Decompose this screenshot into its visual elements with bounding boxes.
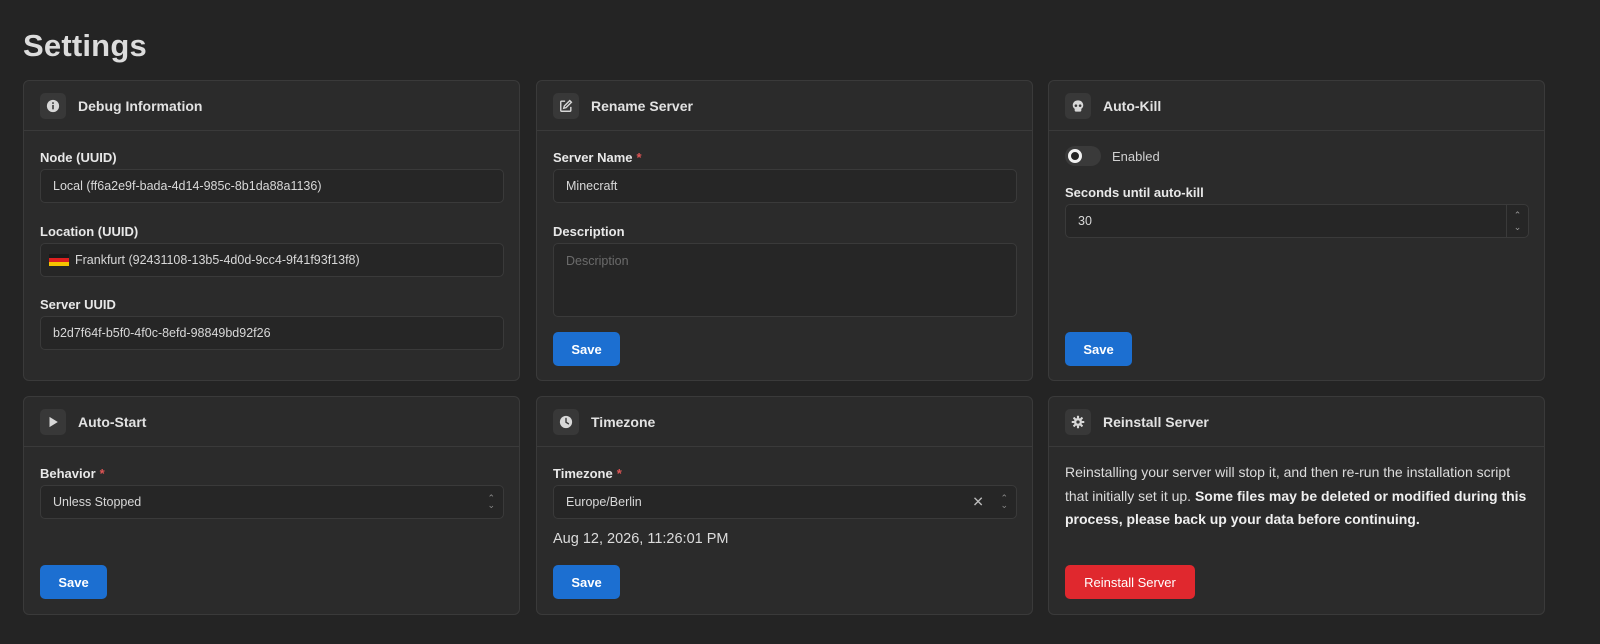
auto-kill-toggle[interactable]	[1065, 146, 1101, 166]
location-uuid-value: Frankfurt (92431108-13b5-4d0d-9cc4-9f41f…	[75, 253, 360, 267]
auto-kill-card: Auto-Kill Enabled Seconds until auto-kil…	[1048, 80, 1545, 381]
node-uuid-value: Local (ff6a2e9f-bada-4d14-985c-8b1da88a1…	[53, 179, 322, 193]
select-arrows-icon: ⌃ ⌄	[1000, 493, 1008, 510]
timezone-save-button[interactable]: Save	[553, 565, 620, 599]
description-label: Description	[553, 224, 625, 239]
rename-save-button[interactable]: Save	[553, 332, 620, 366]
info-circle-icon	[40, 92, 66, 119]
skull-icon	[1065, 92, 1091, 119]
autokill-card-title: Auto-Kill	[1103, 97, 1162, 114]
autokill-card-header: Auto-Kill	[1049, 81, 1544, 131]
stepper-up-icon[interactable]: ⌃	[1514, 209, 1522, 221]
current-time-display: Aug 12, 2026, 11:26:01 PM	[553, 531, 729, 547]
reinstall-card-header: Reinstall Server	[1049, 397, 1544, 447]
timezone-label: Timezone *	[553, 466, 622, 481]
timezone-select[interactable]: Europe/Berlin ✕ ⌃ ⌄	[553, 485, 1017, 519]
reinstall-card-title: Reinstall Server	[1103, 413, 1209, 430]
rename-card-header: Rename Server	[537, 81, 1032, 131]
stepper-down-icon[interactable]: ⌄	[1514, 221, 1522, 233]
autostart-card-title: Auto-Start	[78, 413, 147, 430]
behavior-select[interactable]: Unless Stopped ⌃ ⌄	[40, 485, 504, 519]
seconds-label: Seconds until auto-kill	[1065, 185, 1204, 200]
autostart-save-button[interactable]: Save	[40, 565, 107, 599]
clock-icon	[553, 408, 579, 435]
gear-icon	[1065, 408, 1091, 435]
rename-card-title: Rename Server	[591, 97, 693, 114]
debug-card-title: Debug Information	[78, 97, 203, 114]
server-name-label: Server Name *	[553, 150, 642, 165]
timezone-value: Europe/Berlin	[566, 495, 642, 509]
required-mark: *	[616, 466, 622, 481]
server-uuid-field[interactable]: b2d7f64f-b5f0-4f0c-8efd-98849bd92f26	[40, 316, 504, 350]
germany-flag-icon	[49, 254, 69, 266]
seconds-number-input[interactable]: 30 ⌃ ⌄	[1065, 204, 1529, 238]
behavior-label: Behavior *	[40, 466, 105, 481]
location-label: Location (UUID)	[40, 224, 139, 239]
timezone-card-title: Timezone	[591, 413, 656, 430]
autokill-save-button[interactable]: Save	[1065, 332, 1132, 366]
server-name-value: Minecraft	[566, 179, 618, 193]
seconds-value: 30	[1078, 214, 1092, 228]
debug-information-card: Debug Information Node (UUID) Local (ff6…	[23, 80, 520, 381]
toggle-knob	[1068, 149, 1082, 163]
reinstall-description: Reinstalling your server will stop it, a…	[1065, 461, 1535, 532]
clear-icon[interactable]: ✕	[972, 494, 984, 511]
behavior-value: Unless Stopped	[53, 495, 142, 509]
timezone-card-header: Timezone	[537, 397, 1032, 447]
timezone-card: Timezone Timezone * Europe/Berlin ✕ ⌃ ⌄ Au…	[536, 396, 1033, 615]
auto-start-card: Auto-Start Behavior * Unless Stopped ⌃ ⌄ S…	[23, 396, 520, 615]
debug-card-header: Debug Information	[24, 81, 519, 131]
description-placeholder: Description	[566, 254, 629, 268]
server-name-input[interactable]: Minecraft	[553, 169, 1017, 203]
location-uuid-field[interactable]: Frankfurt (92431108-13b5-4d0d-9cc4-9f41f…	[40, 243, 504, 277]
node-label: Node (UUID)	[40, 150, 117, 165]
reinstall-server-button[interactable]: Reinstall Server	[1065, 565, 1195, 599]
select-arrows-icon: ⌃ ⌄	[487, 493, 495, 510]
required-mark: *	[636, 150, 642, 165]
rename-server-card: Rename Server Server Name * Minecraft Des…	[536, 80, 1033, 381]
server-uuid-label: Server UUID	[40, 297, 116, 312]
description-textarea[interactable]: Description	[553, 243, 1017, 317]
play-icon	[40, 408, 66, 435]
toggle-label: Enabled	[1112, 149, 1160, 164]
server-uuid-value: b2d7f64f-b5f0-4f0c-8efd-98849bd92f26	[53, 326, 271, 340]
required-mark: *	[99, 466, 105, 481]
number-stepper[interactable]: ⌃ ⌄	[1506, 205, 1528, 237]
page-title: Settings	[23, 28, 147, 63]
edit-icon	[553, 92, 579, 119]
node-uuid-field[interactable]: Local (ff6a2e9f-bada-4d14-985c-8b1da88a1…	[40, 169, 504, 203]
autostart-card-header: Auto-Start	[24, 397, 519, 447]
reinstall-server-card: Reinstall Server Reinstalling your serve…	[1048, 396, 1545, 615]
